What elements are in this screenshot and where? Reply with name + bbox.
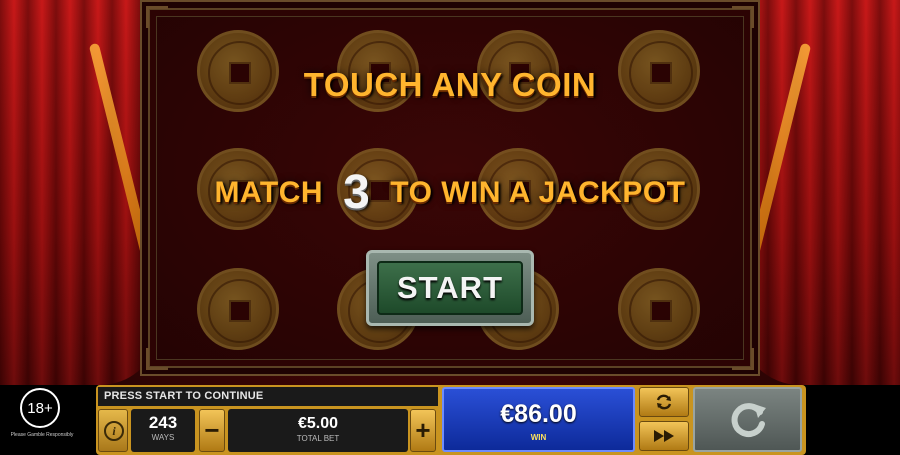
headline-match-label: MATCH (214, 176, 324, 209)
spin-button[interactable] (693, 387, 802, 452)
start-button-label: START (377, 261, 523, 315)
ways-value: 243 (148, 413, 178, 432)
autoplay-icon (656, 394, 672, 410)
gamble-responsibly-text: Please Gamble Responsibly (10, 432, 74, 438)
coin-9[interactable] (197, 268, 279, 350)
coin-12[interactable] (618, 268, 700, 350)
age-restriction-badge: 18+ (20, 388, 60, 428)
status-message: PRESS START TO CONTINUE (98, 387, 438, 406)
ways-display: 243 WAYS (131, 409, 195, 452)
win-label: WIN (530, 433, 547, 442)
total-bet-display: €5.00 TOTAL BET (228, 409, 408, 452)
bet-increase-button[interactable]: + (410, 409, 436, 452)
spin-icon (731, 402, 766, 437)
fast-forward-button[interactable] (639, 421, 689, 451)
ways-label: WAYS (151, 433, 175, 442)
info-button[interactable]: i (98, 409, 128, 452)
total-bet-value: €5.00 (297, 415, 339, 432)
start-button[interactable]: START (366, 250, 534, 326)
win-value: €86.00 (500, 400, 577, 428)
match-count: 3 (343, 166, 371, 219)
info-icon: i (104, 421, 124, 441)
autoplay-button[interactable] (639, 387, 689, 417)
fast-forward-icon (654, 430, 674, 442)
total-bet-label: TOTAL BET (296, 434, 340, 443)
headline-touch-any-coin: TOUCH ANY COIN (303, 66, 597, 103)
bet-decrease-button[interactable]: − (199, 409, 225, 452)
headline-match-jackpot: MATCH 3 TO WIN A JACKPOT (0, 165, 900, 220)
win-display: €86.00 WIN (442, 387, 635, 452)
headline-jackpot-label: TO WIN A JACKPOT (390, 176, 686, 209)
